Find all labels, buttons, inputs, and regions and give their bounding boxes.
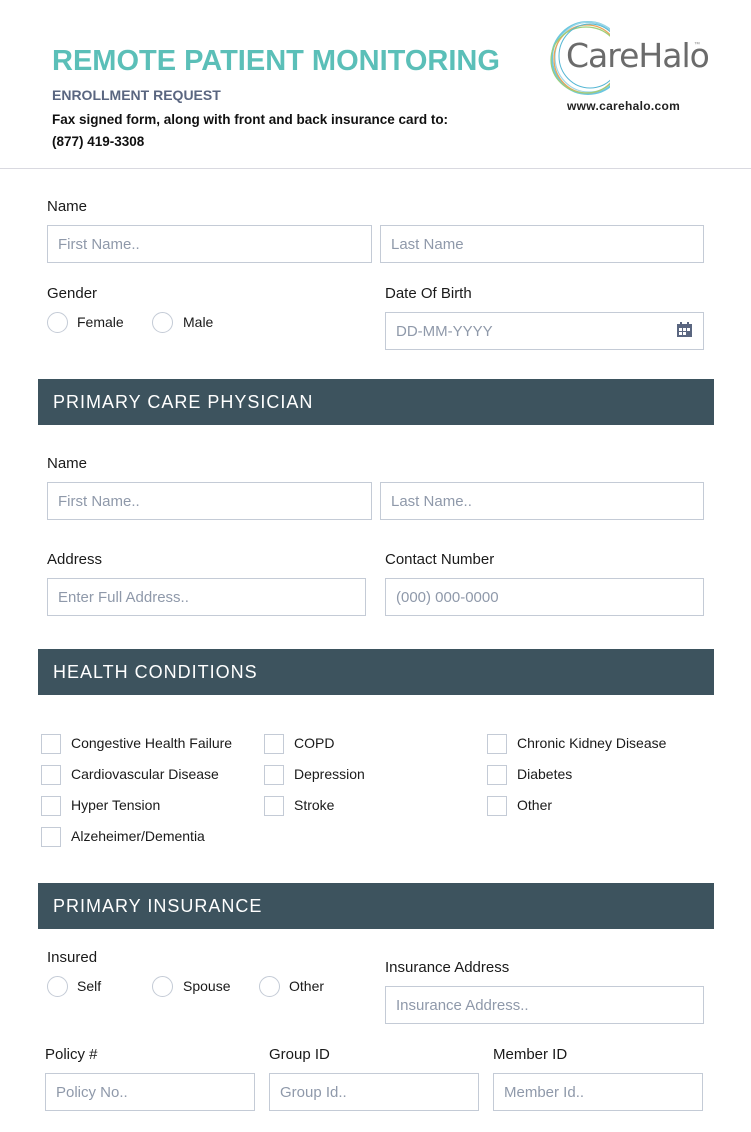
form-header: REMOTE PATIENT MONITORING ENROLLMENT REQ… <box>0 0 751 169</box>
insured-other-label: Other <box>289 978 325 994</box>
physician-last-name-input[interactable] <box>380 482 704 520</box>
page-subtitle: ENROLLMENT REQUEST <box>52 87 221 103</box>
section-title: PRIMARY CARE PHYSICIAN <box>53 392 314 412</box>
condition-label: Alzeheimer/Dementia <box>71 828 205 844</box>
physician-first-name-input[interactable] <box>47 482 372 520</box>
condition-label: COPD <box>294 735 335 751</box>
condition-checkbox[interactable] <box>41 765 61 785</box>
website-link[interactable]: www.carehalo.com <box>567 99 680 113</box>
group-id-input[interactable] <box>269 1073 479 1111</box>
condition-label: Chronic Kidney Disease <box>517 735 667 751</box>
policy-input[interactable] <box>45 1073 255 1111</box>
section-header-insurance: PRIMARY INSURANCE <box>38 883 714 929</box>
dob-label: Date Of Birth <box>385 285 472 302</box>
condition-checkbox[interactable] <box>41 734 61 754</box>
condition-checkbox[interactable] <box>487 796 507 816</box>
physician-contact-input[interactable] <box>385 578 704 616</box>
condition-checkbox[interactable] <box>264 765 284 785</box>
section-header-conditions: HEALTH CONDITIONS <box>38 649 714 695</box>
member-id-label: Member ID <box>493 1046 568 1063</box>
condition-label: Stroke <box>294 797 335 813</box>
condition-checkbox[interactable] <box>487 765 507 785</box>
insured-self-radio[interactable] <box>47 976 68 997</box>
carehalo-logo: CareHalo ™ <box>548 18 710 98</box>
patient-last-name-input[interactable] <box>380 225 704 263</box>
condition-label: Diabetes <box>517 766 573 782</box>
condition-label: Depression <box>294 766 365 782</box>
physician-name-label: Name <box>47 455 88 472</box>
condition-checkbox[interactable] <box>264 796 284 816</box>
section-header-physician: PRIMARY CARE PHYSICIAN <box>38 379 714 425</box>
insured-spouse-radio[interactable] <box>152 976 173 997</box>
calendar-icon[interactable] <box>677 322 692 337</box>
logo-wordmark: CareHalo <box>566 36 710 75</box>
condition-checkbox[interactable] <box>41 796 61 816</box>
physician-address-input[interactable] <box>47 578 366 616</box>
condition-checkbox[interactable] <box>41 827 61 847</box>
logo-trademark: ™ <box>694 42 700 48</box>
fax-instructions: Fax signed form, along with front and ba… <box>52 112 449 127</box>
physician-address-label: Address <box>47 551 103 568</box>
insurance-address-label: Insurance Address <box>385 959 510 976</box>
insured-self-label: Self <box>77 978 102 994</box>
section-title: HEALTH CONDITIONS <box>53 662 258 682</box>
member-id-input[interactable] <box>493 1073 703 1111</box>
gender-female-label: Female <box>77 314 124 330</box>
fax-number: (877) 419-3308 <box>52 134 145 149</box>
page-title: REMOTE PATIENT MONITORING <box>52 45 500 77</box>
condition-label: Other <box>517 797 553 813</box>
group-id-label: Group ID <box>269 1046 330 1063</box>
gender-male-label: Male <box>183 314 214 330</box>
patient-name-label: Name <box>47 198 88 215</box>
insured-label: Insured <box>47 949 98 966</box>
insurance-address-input[interactable] <box>385 986 704 1024</box>
condition-checkbox[interactable] <box>264 734 284 754</box>
gender-label: Gender <box>47 285 98 302</box>
condition-label: Hyper Tension <box>71 797 161 813</box>
gender-male-radio[interactable] <box>152 312 173 333</box>
physician-contact-label: Contact Number <box>385 551 495 568</box>
condition-label: Congestive Health Failure <box>71 735 233 751</box>
gender-female-radio[interactable] <box>47 312 68 333</box>
condition-label: Cardiovascular Disease <box>71 766 219 782</box>
policy-label: Policy # <box>45 1046 98 1063</box>
dob-input[interactable] <box>385 312 704 350</box>
patient-first-name-input[interactable] <box>47 225 372 263</box>
insured-other-radio[interactable] <box>259 976 280 997</box>
section-title: PRIMARY INSURANCE <box>53 896 263 916</box>
condition-checkbox[interactable] <box>487 734 507 754</box>
insured-spouse-label: Spouse <box>183 978 231 994</box>
